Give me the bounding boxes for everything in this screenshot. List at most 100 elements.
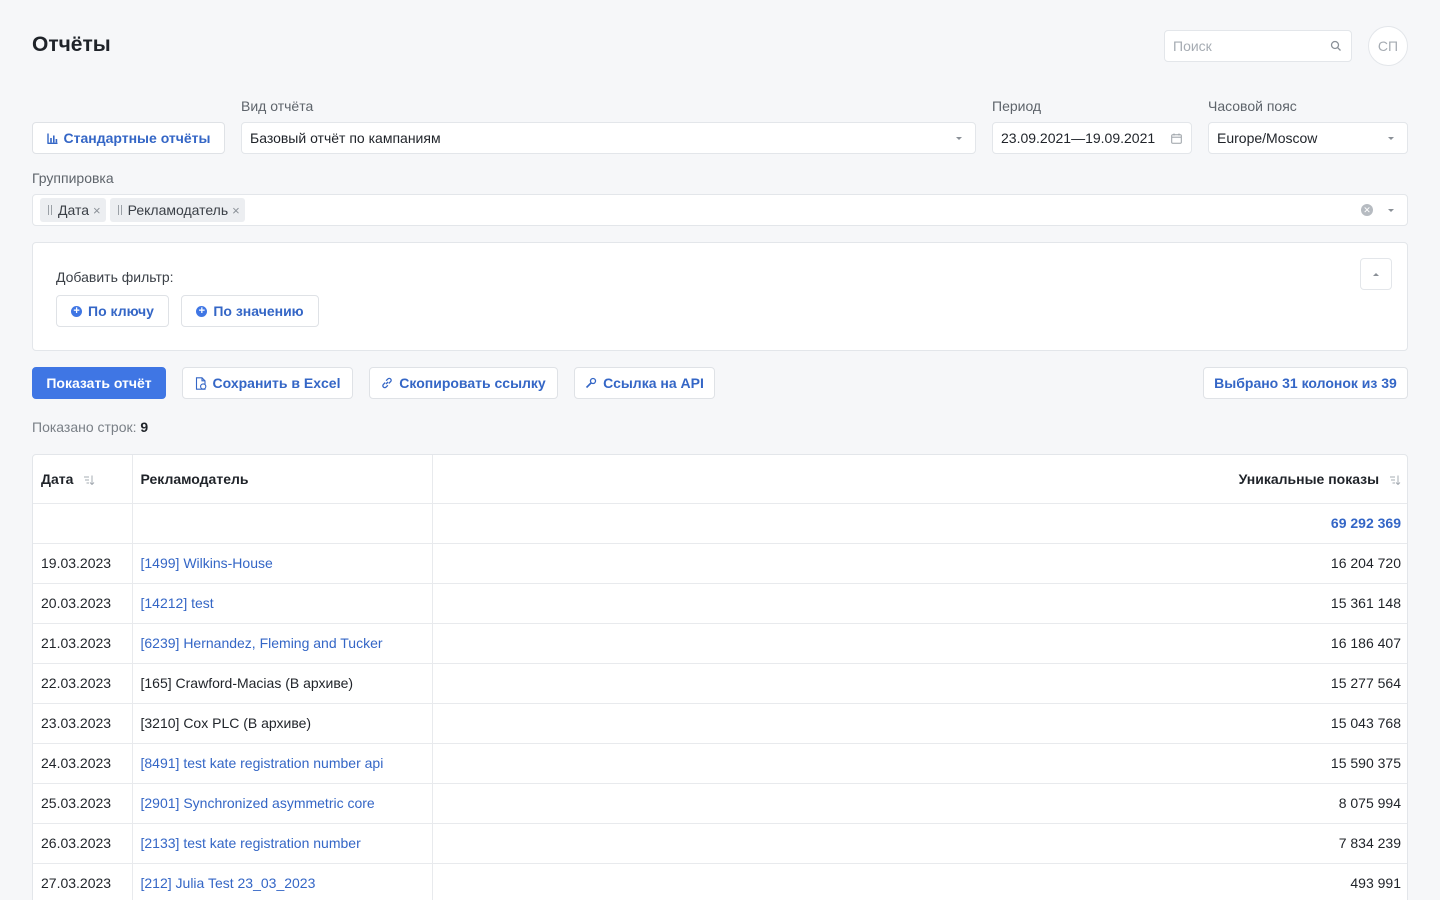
table-row: 26.03.2023 [2133] test kate registration … (33, 823, 1407, 864)
date-cell: 19.03.2023 (33, 543, 133, 584)
collapse-filter-button[interactable] (1360, 258, 1392, 290)
drag-handle-icon[interactable] (48, 205, 52, 215)
grouping-tag[interactable]: Рекламодатель × (109, 198, 245, 222)
user-avatar[interactable]: СП (1368, 26, 1408, 66)
unique-impressions-cell: 15 361 148 (432, 583, 1407, 624)
column-header-label: Рекламодатель (140, 470, 249, 487)
plus-circle-icon: + (196, 305, 208, 317)
column-header-label: Уникальные показы (1238, 470, 1380, 487)
advertiser-cell: [1499] Wilkins-House (132, 543, 433, 584)
table-row: 27.03.2023 [212] Julia Test 23_03_2023 493… (33, 863, 1407, 900)
clear-icon[interactable]: ✕ (1361, 204, 1373, 216)
date-cell: 22.03.2023 (33, 663, 133, 704)
advertiser-link[interactable]: [8491] test kate registration number api (141, 755, 384, 771)
close-icon[interactable]: × (93, 203, 101, 218)
advertiser-cell: [2901] Synchronized asymmetric core (132, 783, 433, 824)
total-empty-cell (132, 503, 433, 544)
advertiser-link[interactable]: [1499] Wilkins-House (141, 555, 273, 571)
chevron-down-icon[interactable] (1388, 209, 1394, 212)
column-header-date[interactable]: Дата (33, 455, 133, 504)
table-row: 23.03.2023 [3210] Cox PLC (В архиве) 15 04… (33, 703, 1407, 744)
calendar-icon (1171, 133, 1182, 144)
filter-by-key-button[interactable]: + По ключу (56, 295, 169, 327)
copy-link-button[interactable]: Скопировать ссылку (369, 367, 558, 399)
filter-by-key-label: По ключу (88, 303, 154, 319)
link-icon (382, 377, 393, 389)
advertiser-name: [165] Crawford-Macias (В архиве) (140, 675, 354, 691)
report-type-value: Базовый отчёт по кампаниям (250, 130, 441, 146)
grouping-tag[interactable]: Дата × (40, 198, 106, 222)
copy-link-label: Скопировать ссылку (399, 375, 546, 391)
report-type-label: Вид отчёта (241, 98, 314, 114)
unique-impressions-cell: 15 043 768 (432, 703, 1407, 744)
standard-reports-button[interactable]: Стандартные отчёты (32, 122, 225, 154)
drag-handle-icon[interactable] (117, 205, 122, 215)
page-title: Отчёты (32, 33, 111, 56)
period-value: 23.09.2021—19.09.2021 (1001, 130, 1156, 146)
unique-impressions-cell: 16 186 407 (432, 623, 1407, 664)
total-value: 69 292 369 (432, 503, 1407, 544)
table-row: 20.03.2023 [14212] test 15 361 148 (33, 583, 1407, 624)
search-icon[interactable] (1330, 40, 1342, 52)
unique-impressions-cell: 15 590 375 (432, 743, 1407, 784)
wrench-icon (586, 377, 597, 389)
close-icon[interactable]: × (232, 203, 240, 218)
date-cell: 23.03.2023 (33, 703, 133, 744)
date-cell: 20.03.2023 (33, 583, 133, 624)
date-cell: 26.03.2023 (33, 823, 133, 864)
date-cell: 24.03.2023 (33, 743, 133, 784)
sort-icon[interactable] (1389, 475, 1401, 486)
standard-reports-label: Стандартные отчёты (63, 130, 211, 146)
search-input[interactable] (1165, 31, 1315, 61)
report-type-select[interactable]: Базовый отчёт по кампаниям (241, 122, 976, 154)
filter-panel: Добавить фильтр: + По ключу + По значени… (32, 242, 1408, 351)
table-row: 25.03.2023 [2901] Synchronized asymmetric… (33, 783, 1407, 824)
column-header-label: Дата (41, 470, 74, 487)
advertiser-link[interactable]: [2133] test kate registration number (141, 835, 361, 851)
advertiser-link[interactable]: [6239] Hernandez, Fleming and Tucker (141, 635, 383, 651)
show-report-button[interactable]: Показать отчёт (32, 367, 166, 399)
chevron-down-icon (1388, 136, 1394, 140)
advertiser-cell: [212] Julia Test 23_03_2023 (132, 863, 433, 900)
table-row: 22.03.2023 [165] Crawford-Macias (В архив… (33, 663, 1407, 704)
sort-icon[interactable] (83, 475, 95, 486)
add-filter-label: Добавить фильтр: (56, 269, 174, 285)
unique-impressions-cell: 15 277 564 (432, 663, 1407, 704)
unique-impressions-cell: 16 204 720 (432, 543, 1407, 584)
advertiser-name: [3210] Cox PLC (В архиве) (140, 715, 312, 731)
api-link-label: Ссылка на API (603, 375, 704, 391)
advertiser-link[interactable]: [14212] test (141, 595, 214, 611)
table-header-row: Дата Рекламодатель Уникальные показы (33, 455, 1407, 504)
advertiser-link[interactable]: [2901] Synchronized asymmetric core (141, 795, 375, 811)
api-link-button[interactable]: Ссылка на API (574, 367, 715, 399)
filter-by-value-button[interactable]: + По значению (181, 295, 319, 327)
advertiser-cell: [14212] test (132, 583, 433, 624)
timezone-label: Часовой пояс (1208, 98, 1297, 114)
period-picker[interactable]: 23.09.2021—19.09.2021 (992, 122, 1192, 154)
column-header-advertiser[interactable]: Рекламодатель (132, 455, 433, 504)
filter-by-value-label: По значению (213, 303, 304, 319)
unique-impressions-cell: 8 075 994 (432, 783, 1407, 824)
advertiser-cell: [6239] Hernandez, Fleming and Tucker (132, 623, 433, 664)
date-cell: 25.03.2023 (33, 783, 133, 824)
date-cell: 21.03.2023 (33, 623, 133, 664)
table-row: 19.03.2023 [1499] Wilkins-House 16 204 720 (33, 543, 1407, 584)
unique-impressions-cell: 7 834 239 (432, 823, 1407, 864)
date-cell: 27.03.2023 (33, 863, 133, 900)
grouping-select[interactable]: Дата × Рекламодатель × ✕ (32, 194, 1408, 226)
grouping-tag-label: Рекламодатель (127, 202, 229, 218)
column-header-unique-impressions[interactable]: Уникальные показы (432, 455, 1407, 504)
advertiser-cell: [3210] Cox PLC (В архиве) (132, 703, 433, 744)
columns-selector-button[interactable]: Выбрано 31 колонок из 39 (1203, 367, 1408, 399)
timezone-select[interactable]: Europe/Moscow (1208, 122, 1408, 154)
timezone-value: Europe/Moscow (1217, 130, 1318, 146)
advertiser-link[interactable]: [212] Julia Test 23_03_2023 (141, 875, 316, 891)
excel-file-icon (195, 376, 206, 390)
rows-count-value: 9 (140, 419, 149, 435)
grouping-tag-label: Дата (58, 202, 90, 218)
rows-count-info: Показано строк: 9 (32, 419, 148, 435)
search-box[interactable] (1164, 30, 1352, 62)
table-total-row: 69 292 369 (33, 503, 1407, 544)
save-excel-button[interactable]: Сохранить в Excel (182, 367, 353, 399)
advertiser-cell: [165] Crawford-Macias (В архиве) (132, 663, 433, 704)
